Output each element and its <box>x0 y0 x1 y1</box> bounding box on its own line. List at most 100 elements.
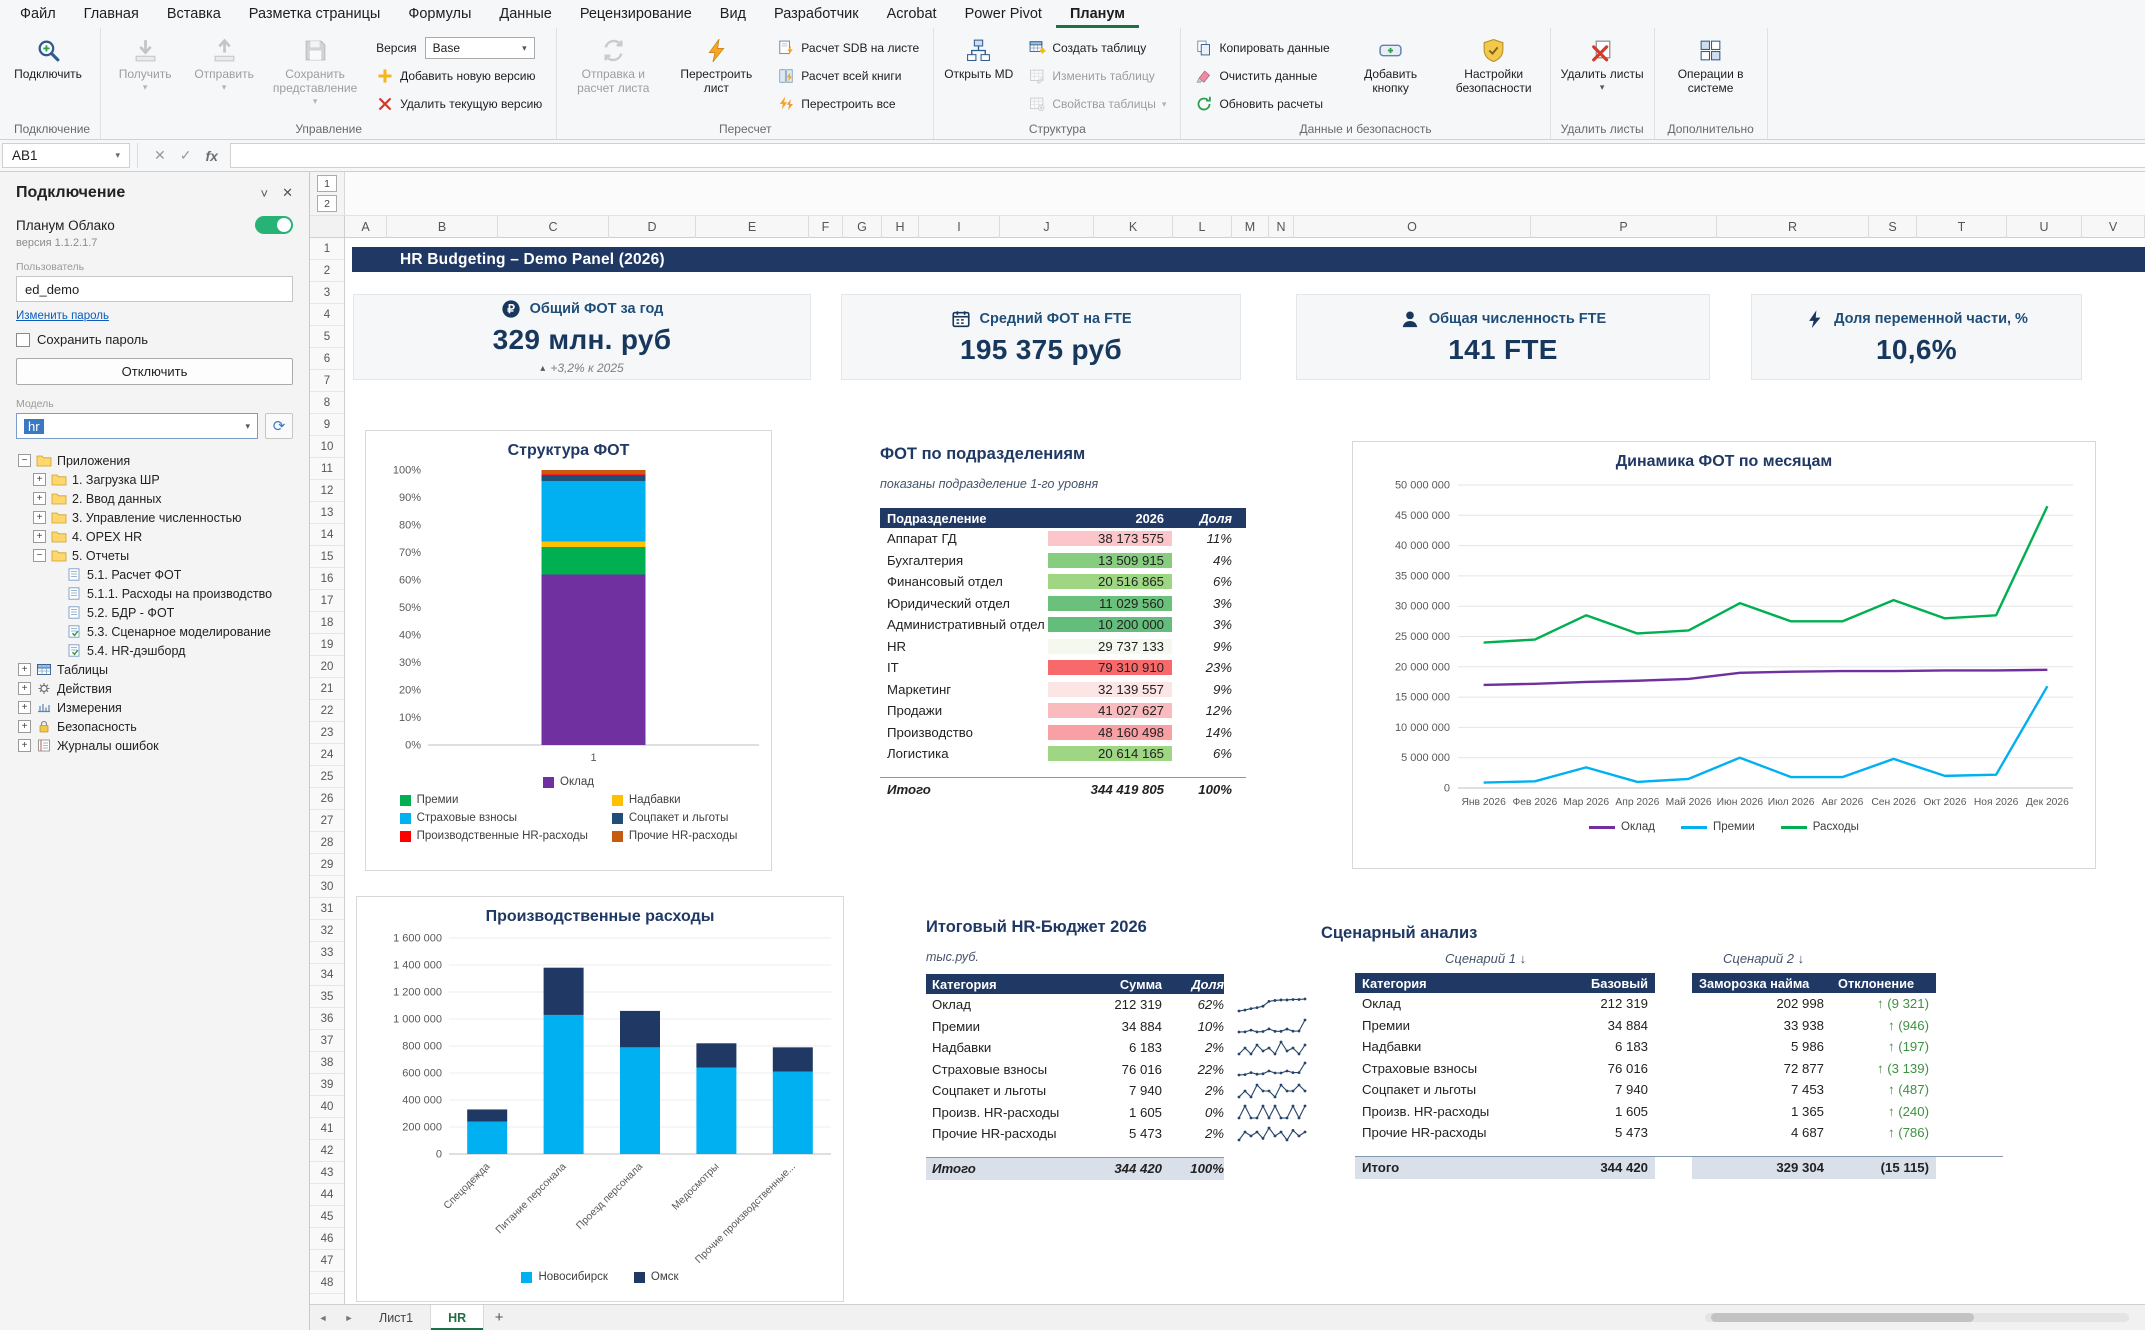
tree-node[interactable]: 5.2. БДР - ФОТ <box>16 603 293 622</box>
column-header[interactable]: C <box>498 216 609 238</box>
row-header[interactable]: 5 <box>310 326 344 348</box>
confirm-icon[interactable]: ✓ <box>180 147 192 164</box>
row-header[interactable]: 26 <box>310 788 344 810</box>
row-header[interactable]: 27 <box>310 810 344 832</box>
menu-tab[interactable]: Acrobat <box>873 0 951 28</box>
column-header[interactable]: R <box>1717 216 1869 238</box>
tree-node[interactable]: +Измерения <box>16 698 293 717</box>
row-header[interactable]: 1 <box>310 238 344 260</box>
menu-tab[interactable]: Вставка <box>153 0 235 28</box>
row-header[interactable]: 9 <box>310 414 344 436</box>
outline-level-button[interactable]: 1 <box>317 175 337 192</box>
change-password-link[interactable]: Изменить пароль <box>16 310 109 322</box>
column-header[interactable]: N <box>1269 216 1294 238</box>
add-sheet-button[interactable]: + <box>484 1305 514 1330</box>
tree-node[interactable]: +Действия <box>16 679 293 698</box>
tree-node[interactable]: +2. Ввод данных <box>16 489 293 508</box>
ribbon-button[interactable]: Настройки безопасности <box>1444 31 1544 121</box>
tree-node[interactable]: +Таблицы <box>16 660 293 679</box>
select-all-corner[interactable] <box>310 216 345 237</box>
column-header[interactable]: S <box>1869 216 1917 238</box>
row-header[interactable]: 42 <box>310 1140 344 1162</box>
tree-node[interactable]: 5.1.1. Расходы на производство <box>16 584 293 603</box>
row-header[interactable]: 4 <box>310 304 344 326</box>
disconnect-button[interactable]: Отключить <box>16 358 293 385</box>
tree-node[interactable]: +Журналы ошибок <box>16 736 293 755</box>
tree-node[interactable]: 5.1. Расчет ФОТ <box>16 565 293 584</box>
column-header[interactable]: E <box>696 216 809 238</box>
row-header[interactable]: 10 <box>310 436 344 458</box>
tree-expander-icon[interactable]: − <box>33 549 46 562</box>
column-header[interactable]: V <box>2082 216 2145 238</box>
row-header[interactable]: 25 <box>310 766 344 788</box>
menu-tab[interactable]: Формулы <box>394 0 485 28</box>
row-header[interactable]: 12 <box>310 480 344 502</box>
horizontal-scrollbar[interactable] <box>1705 1305 2145 1330</box>
row-header[interactable]: 16 <box>310 568 344 590</box>
tree-node[interactable]: −5. Отчеты <box>16 546 293 565</box>
menu-tab[interactable]: Рецензирование <box>566 0 706 28</box>
column-header[interactable]: J <box>1000 216 1094 238</box>
column-header[interactable]: M <box>1232 216 1269 238</box>
ribbon-button[interactable]: Добавить кнопку <box>1341 31 1441 121</box>
save-password-checkbox[interactable] <box>16 333 30 347</box>
ribbon-button[interactable]: Перестроить все <box>772 92 924 116</box>
row-header[interactable]: 31 <box>310 898 344 920</box>
tree-node[interactable]: +4. OPEX HR <box>16 527 293 546</box>
tree-node[interactable]: 5.4. HR-дэшборд <box>16 641 293 660</box>
cancel-icon[interactable]: ✕ <box>154 147 166 164</box>
row-header[interactable]: 8 <box>310 392 344 414</box>
row-header[interactable]: 30 <box>310 876 344 898</box>
menu-tab[interactable]: Файл <box>6 0 70 28</box>
menu-tab[interactable]: Планум <box>1056 0 1139 28</box>
sheet-nav-left-icon[interactable]: ◄ <box>310 1305 336 1330</box>
row-header[interactable]: 23 <box>310 722 344 744</box>
row-header[interactable]: 33 <box>310 942 344 964</box>
cloud-toggle[interactable] <box>255 216 293 234</box>
tree-node[interactable]: 5.3. Сценарное моделирование <box>16 622 293 641</box>
row-header[interactable]: 19 <box>310 634 344 656</box>
row-header[interactable]: 22 <box>310 700 344 722</box>
column-header[interactable]: K <box>1094 216 1173 238</box>
sheet-canvas[interactable]: HR Budgeting – Demo Panel (2026) Структу… <box>345 238 2145 1304</box>
tree-expander-icon[interactable]: + <box>18 701 31 714</box>
ribbon-button[interactable]: Удалить листы▾ <box>1557 31 1648 121</box>
row-header[interactable]: 17 <box>310 590 344 612</box>
row-header[interactable]: 20 <box>310 656 344 678</box>
row-header[interactable]: 44 <box>310 1184 344 1206</box>
row-header[interactable]: 38 <box>310 1052 344 1074</box>
sheet-tab[interactable]: HR <box>431 1305 484 1330</box>
ribbon-button[interactable]: Удалить текущую версию <box>371 92 547 116</box>
ribbon-button[interactable]: Расчет SDB на листе <box>772 36 924 60</box>
tree-expander-icon[interactable]: + <box>18 682 31 695</box>
sheet-nav-right-icon[interactable]: ► <box>336 1305 362 1330</box>
menu-tab[interactable]: Разработчик <box>760 0 873 28</box>
row-header[interactable]: 13 <box>310 502 344 524</box>
ribbon-button[interactable]: Расчет всей книги <box>772 64 924 88</box>
ribbon-button[interactable]: Перестроить лист <box>666 31 766 121</box>
row-header[interactable]: 6 <box>310 348 344 370</box>
column-header[interactable]: A <box>345 216 387 238</box>
ribbon-button[interactable]: Добавить новую версию <box>371 64 547 88</box>
username-field[interactable]: ed_demo <box>16 276 293 302</box>
ribbon-button[interactable]: Открыть MD <box>940 31 1017 121</box>
row-header[interactable]: 2 <box>310 260 344 282</box>
column-header[interactable]: L <box>1173 216 1232 238</box>
column-header[interactable]: F <box>809 216 843 238</box>
tree-expander-icon[interactable]: + <box>18 720 31 733</box>
ribbon-button[interactable]: Обновить расчеты <box>1190 92 1334 116</box>
row-header[interactable]: 3 <box>310 282 344 304</box>
row-header[interactable]: 11 <box>310 458 344 480</box>
tree-expander-icon[interactable]: + <box>33 511 46 524</box>
row-header[interactable]: 36 <box>310 1008 344 1030</box>
menu-tab[interactable]: Данные <box>485 0 565 28</box>
row-header[interactable]: 7 <box>310 370 344 392</box>
row-header[interactable]: 46 <box>310 1228 344 1250</box>
row-header[interactable]: 28 <box>310 832 344 854</box>
row-header[interactable]: 21 <box>310 678 344 700</box>
tree-node[interactable]: +Безопасность <box>16 717 293 736</box>
row-header[interactable]: 47 <box>310 1250 344 1272</box>
name-box[interactable]: AB1 ▾ <box>2 143 130 168</box>
row-header[interactable]: 34 <box>310 964 344 986</box>
column-header[interactable]: D <box>609 216 696 238</box>
